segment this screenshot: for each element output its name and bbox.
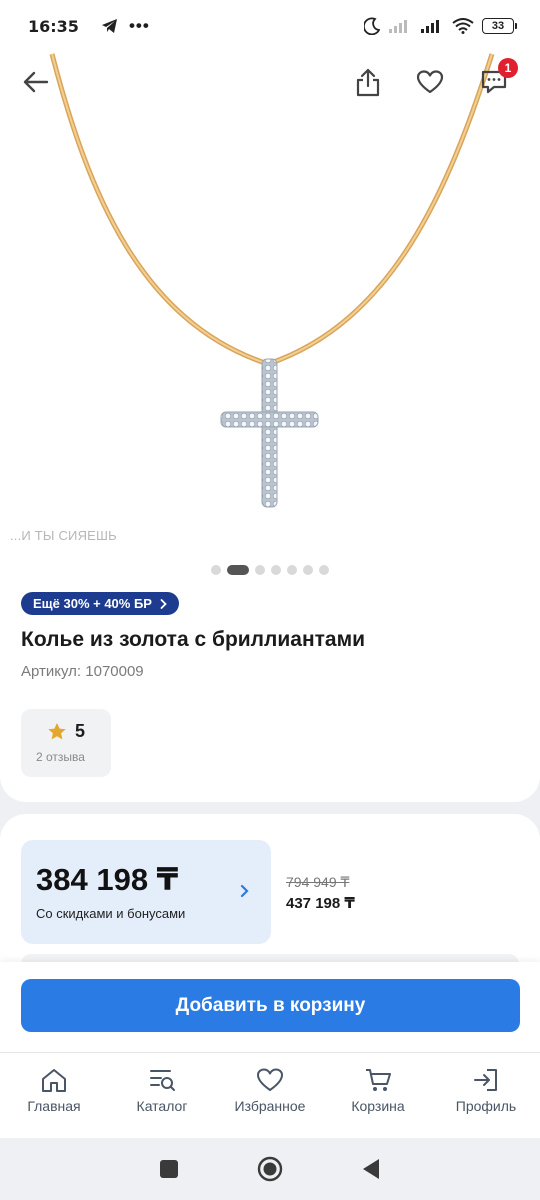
signal-icon bbox=[389, 20, 407, 33]
price-old: 794 949 ₸ bbox=[286, 874, 350, 890]
promo-badge[interactable]: Ещё 30% + 40% БР bbox=[21, 592, 179, 615]
image-slogan: ...И ТЫ СИЯЕШЬ bbox=[10, 528, 117, 543]
home-icon bbox=[42, 1069, 66, 1092]
favorite-button[interactable] bbox=[408, 60, 452, 104]
product-card: 1 ...И ТЫ СИЯЕШЬ Ещё 30% + 40% БР Колье … bbox=[0, 52, 540, 802]
status-bar: 16:35 ••• 33 bbox=[0, 0, 540, 52]
share-button[interactable] bbox=[346, 60, 390, 104]
image-pagination[interactable] bbox=[0, 565, 540, 575]
pagination-dot-active[interactable] bbox=[227, 565, 249, 575]
back-nav-button[interactable] bbox=[361, 1158, 381, 1180]
nav-item-catalog[interactable]: Каталог bbox=[108, 1053, 216, 1138]
price-current: 384 198 ₸ bbox=[36, 862, 179, 897]
chat-button[interactable]: 1 bbox=[472, 58, 518, 104]
star-icon bbox=[48, 723, 66, 740]
price-without-bonus: 437 198 ₸ bbox=[286, 895, 355, 912]
product-title: Колье из золота с бриллиантами bbox=[21, 628, 366, 651]
chevron-right-icon bbox=[240, 884, 249, 898]
add-to-cart-button[interactable]: Добавить в корзину bbox=[21, 979, 520, 1032]
bottom-navigation: Главная Каталог Избранное Корзина Профил… bbox=[0, 1052, 540, 1138]
nav-item-home[interactable]: Главная bbox=[0, 1053, 108, 1138]
notification-badge: 1 bbox=[498, 58, 518, 78]
catalog-icon bbox=[150, 1070, 175, 1091]
home-button[interactable] bbox=[257, 1156, 283, 1182]
pagination-dot[interactable] bbox=[211, 565, 221, 575]
price-section: 384 198 ₸ Со скидками и бонусами 794 949… bbox=[0, 814, 540, 968]
pagination-dot[interactable] bbox=[303, 565, 313, 575]
pagination-dot[interactable] bbox=[271, 565, 281, 575]
system-navigation bbox=[0, 1138, 540, 1200]
status-time: 16:35 bbox=[28, 16, 79, 36]
nav-item-favorites[interactable]: Избранное bbox=[216, 1053, 324, 1138]
moon-icon bbox=[364, 17, 380, 35]
price-note: Со скидками и бонусами bbox=[36, 906, 186, 921]
pagination-dot[interactable] bbox=[287, 565, 297, 575]
rating-box[interactable]: 5 2 отзыва bbox=[21, 709, 111, 777]
heart-icon bbox=[257, 1068, 283, 1091]
product-image[interactable] bbox=[0, 52, 540, 552]
signal-icon-2 bbox=[421, 20, 439, 33]
nav-label: Каталог bbox=[136, 1098, 188, 1114]
login-icon bbox=[474, 1069, 497, 1091]
share-icon bbox=[356, 68, 380, 97]
price-card[interactable]: 384 198 ₸ Со скидками и бонусами bbox=[21, 840, 271, 944]
recents-button[interactable] bbox=[159, 1159, 179, 1179]
heart-icon bbox=[416, 70, 444, 94]
nav-item-cart[interactable]: Корзина bbox=[324, 1053, 432, 1138]
product-article: Артикул: 1070009 bbox=[21, 663, 144, 680]
nav-item-profile[interactable]: Профиль bbox=[432, 1053, 540, 1138]
nav-label: Корзина bbox=[351, 1098, 405, 1114]
cart-bar: Добавить в корзину bbox=[0, 962, 540, 1052]
nav-label: Профиль bbox=[455, 1098, 517, 1114]
back-button[interactable] bbox=[14, 60, 58, 104]
wifi-icon bbox=[452, 18, 474, 34]
nav-label: Главная bbox=[27, 1098, 81, 1114]
cart-icon bbox=[366, 1069, 391, 1091]
nav-label: Избранное bbox=[234, 1098, 306, 1114]
pagination-dot[interactable] bbox=[319, 565, 329, 575]
pagination-dot[interactable] bbox=[255, 565, 265, 575]
more-icon: ••• bbox=[128, 16, 150, 35]
rating-value: 5 bbox=[75, 721, 86, 741]
chevron-right-icon bbox=[160, 598, 167, 609]
promo-label: Ещё 30% + 40% БР bbox=[33, 596, 152, 611]
battery-icon: 33 bbox=[482, 18, 517, 34]
telegram-icon bbox=[101, 19, 117, 33]
reviews-count: 2 отзыва bbox=[36, 750, 85, 764]
arrow-left-icon bbox=[23, 71, 49, 93]
